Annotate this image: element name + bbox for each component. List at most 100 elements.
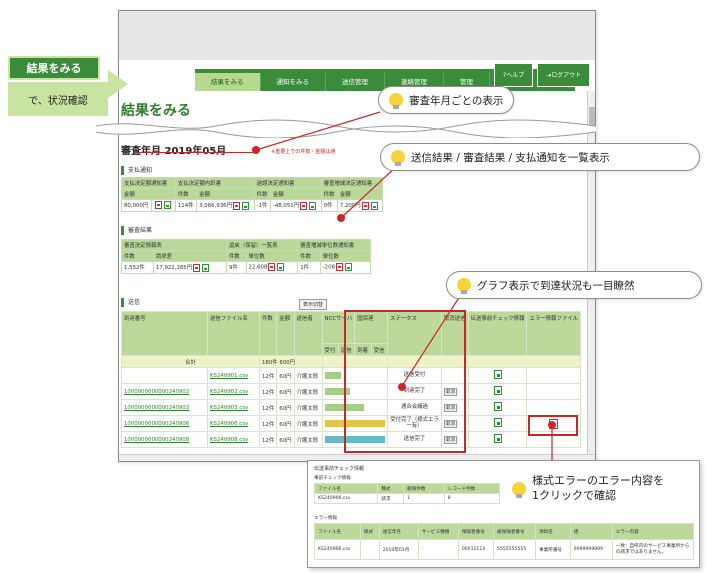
- review-v2: 9件: [226, 261, 247, 274]
- sender-cell: 介護太郎: [293, 431, 323, 448]
- sender-cell: 介護太郎: [293, 415, 323, 432]
- payment-h1: 支払決定額内訳書: [174, 177, 255, 189]
- file-cell[interactable]: KS240903.csv: [207, 399, 260, 416]
- help-button[interactable]: ?ヘルプ: [494, 63, 534, 87]
- check-cell: [467, 367, 528, 384]
- callout-error-text: 様式エラーのエラー内容を 1クリックで確認: [532, 474, 664, 504]
- file-link[interactable]: KS240902.csv: [210, 389, 248, 395]
- tab-notices[interactable]: 通知をみる: [261, 73, 326, 91]
- sender-cell: 介護太郎: [293, 399, 323, 416]
- pdf-icon[interactable]: [300, 201, 308, 210]
- pdf-icon[interactable]: [193, 263, 201, 272]
- review-h1: 返戻（保留）一覧表: [226, 239, 299, 251]
- tab-results[interactable]: 結果をみる: [195, 73, 261, 91]
- excel-icon[interactable]: [370, 201, 378, 210]
- col-arrival: 到達番号: [121, 311, 208, 356]
- p2-v1: [359, 539, 380, 560]
- pdf-icon[interactable]: [232, 201, 240, 210]
- arrival-number[interactable]: 1000000000000240902: [121, 383, 208, 400]
- file-link[interactable]: KS240908.csv: [210, 437, 248, 443]
- pdf-icon[interactable]: [361, 201, 369, 210]
- logout-label: ログアウト: [551, 72, 582, 79]
- payment-sh6: 金額: [269, 188, 322, 200]
- excel-icon[interactable]: [241, 201, 249, 210]
- p1-v1: 請求: [377, 493, 405, 504]
- payment-files: [151, 199, 176, 212]
- callout-lists-text: 送信結果 / 審査結果 / 支払通知を一覧表示: [411, 151, 610, 164]
- review-period: 審査年月 2019年05月: [121, 142, 226, 157]
- pdf-icon[interactable]: [155, 201, 163, 210]
- callout-error: 様式エラーのエラー内容を 1クリックで確認: [502, 469, 674, 509]
- document-icon[interactable]: [493, 386, 502, 395]
- lightbulb-icon: [391, 150, 405, 166]
- popup-title: 伝送事前チェック情報: [314, 466, 365, 472]
- excel-icon[interactable]: [277, 263, 285, 272]
- payment-sh0: 金額: [121, 188, 176, 200]
- callout-error-line1: 様式エラーのエラー内容を: [532, 474, 664, 488]
- display-toggle-button[interactable]: 表示切替: [299, 299, 328, 310]
- file-link[interactable]: KS240906.csv: [210, 421, 248, 427]
- sender-cell: 介護太郎: [293, 367, 323, 384]
- arrival-number[interactable]: 1000000000000240908: [121, 431, 208, 448]
- document-icon[interactable]: [493, 370, 502, 379]
- p1-h2: 軽微件数: [403, 483, 445, 494]
- p2-h4: 保険者番号: [457, 523, 495, 540]
- tab-transmit[interactable]: 送信管理: [326, 73, 385, 91]
- logout-button[interactable]: ⇥ログアウト: [537, 63, 591, 87]
- arrival-number[interactable]: 1000000000000240903: [121, 399, 208, 416]
- results-label-subtitle: で、状況確認: [8, 82, 108, 116]
- file-link[interactable]: KS240901.csv: [210, 373, 248, 379]
- page-title: 結果をみる: [121, 103, 191, 119]
- col-sender: 送信者: [293, 311, 323, 356]
- count-cell: 12件: [258, 431, 278, 448]
- document-icon[interactable]: [493, 402, 502, 411]
- p2-h0: ファイル名: [314, 523, 361, 540]
- excel-icon[interactable]: [164, 201, 172, 210]
- payment-sh3: 金額: [196, 188, 255, 200]
- review-sh3: 単位数: [245, 250, 299, 262]
- file-cell[interactable]: KS240902.csv: [207, 383, 260, 400]
- check-cell: [467, 415, 528, 432]
- excel-icon[interactable]: [202, 263, 210, 272]
- payment-v5: 0件: [320, 199, 338, 212]
- review-section-title: 審査結果: [121, 226, 152, 235]
- amount-cell: 60円: [276, 383, 295, 400]
- p2-v3: -: [417, 539, 459, 560]
- col-amount: 金額: [276, 311, 295, 356]
- arrival-number[interactable]: 1000000000000240906: [121, 415, 208, 432]
- review-sh4: 件数: [297, 250, 321, 262]
- p2-v7: 9999999999: [569, 539, 613, 560]
- callout-lists: 送信結果 / 審査結果 / 支払通知を一覧表示: [380, 143, 700, 171]
- p2-v5: 5555555555: [493, 539, 537, 560]
- p2-h6: 項目名: [535, 523, 571, 540]
- payment-sh8: 件数: [320, 188, 338, 200]
- excel-icon[interactable]: [309, 201, 317, 210]
- p2-v0: KS240906.csv: [314, 539, 361, 560]
- arrival-link[interactable]: 1000000000000240908: [124, 437, 189, 443]
- col-count: 件数: [258, 311, 278, 356]
- pdf-icon[interactable]: [268, 263, 276, 272]
- torn-edge: [96, 119, 596, 138]
- p1-h0: ファイル名: [313, 483, 379, 494]
- document-icon[interactable]: [493, 434, 502, 443]
- arrival-number[interactable]: [121, 367, 208, 384]
- arrival-link[interactable]: 1000000000000240902: [124, 389, 189, 395]
- pdf-icon[interactable]: [335, 263, 343, 272]
- arrival-link[interactable]: 1000000000000240906: [124, 421, 189, 427]
- review-v3: 22,608: [248, 264, 268, 271]
- file-cell[interactable]: KS240906.csv: [207, 415, 260, 432]
- payment-h0: 支払決定額通知書: [121, 177, 176, 189]
- excel-icon[interactable]: [344, 263, 352, 272]
- payment-cell: -48,051円: [269, 199, 322, 212]
- review-h2: 審査増減単位数通知書: [297, 239, 371, 251]
- col-file: 送信ファイル名: [207, 311, 260, 356]
- document-icon[interactable]: [493, 418, 502, 427]
- arrival-link[interactable]: 1000000000000240903: [124, 405, 189, 411]
- file-link[interactable]: KS240903.csv: [210, 405, 248, 411]
- callout-period-text: 審査年月ごとの表示: [409, 94, 504, 107]
- payment-v4: -48,051円: [272, 203, 300, 209]
- count-cell: 12件: [258, 383, 278, 400]
- file-cell[interactable]: KS240908.csv: [207, 431, 260, 448]
- amount-cell: 60円: [276, 399, 295, 416]
- file-cell[interactable]: KS240901.csv: [207, 367, 260, 384]
